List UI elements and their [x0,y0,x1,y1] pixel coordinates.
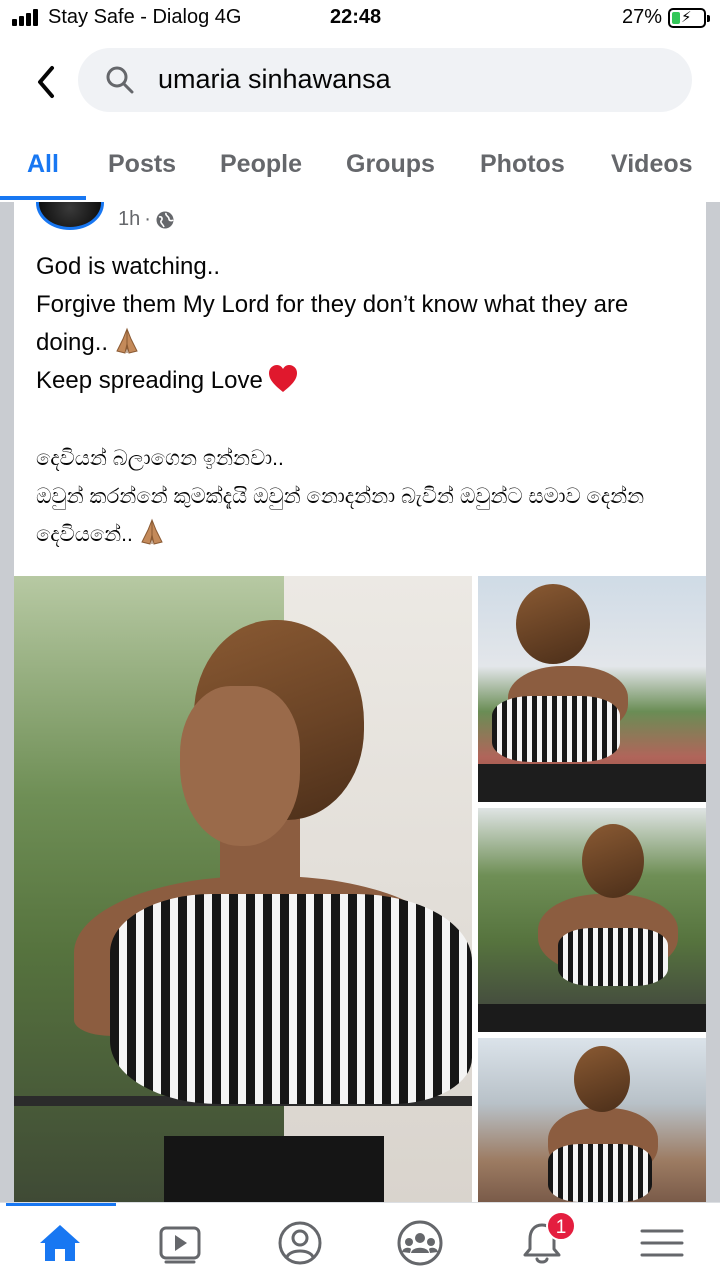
photo-4[interactable] [478,1038,706,1202]
carrier-label: Stay Safe - Dialog 4G [48,6,242,28]
groups-icon [397,1220,443,1266]
search-results-feed[interactable]: 1h · God is watching.. Forgive them My L… [0,202,720,1202]
search-query: umaria sinhawansa [158,64,391,94]
profile-icon [278,1221,322,1265]
active-tab-indicator [0,196,86,200]
nav-home[interactable] [36,1219,84,1267]
globe-icon [156,211,174,228]
red-heart-icon [268,365,297,392]
post-line: Forgive them My Lord for they don’t know… [36,286,696,362]
nav-watch[interactable] [156,1219,204,1267]
photo-striped-top [548,1144,652,1202]
post-line-text: ඔවුන් කරන්නේ කුමක්දැයි ඔවුන් නොදන්නා බැව… [36,485,645,546]
photo-striped-top [492,696,620,762]
photo-figure [516,584,590,664]
photo-figure [574,1046,630,1112]
post-line: God is watching.. [36,253,221,280]
search-input[interactable]: umaria sinhawansa [78,48,692,112]
photo-2[interactable] [478,576,706,802]
post-line: දෙවියන් බලාගෙන ඉන්නවා.. [36,447,284,470]
back-icon [38,66,54,98]
active-nav-indicator [6,1203,116,1206]
photo-striped-top [110,894,472,1104]
battery-percent: 27% [622,6,663,28]
folded-hands-icon [141,518,163,545]
photo-figure [180,686,300,846]
menu-icon [640,1229,684,1257]
post-text-sinhala: දෙවියන් බලාගෙන ඉන්නවා.. ඔවුන් කරන්නේ කුම… [36,440,696,554]
tab-posts[interactable]: Posts [108,150,176,179]
watch-icon [159,1226,201,1264]
search-tabs: All Posts People Groups Photos Videos [0,140,720,202]
battery-level [672,12,681,24]
photo-striped-top [558,928,668,986]
home-icon [40,1225,80,1261]
photo-figure [582,824,644,898]
clock: 22:48 [330,6,382,28]
post-text-english: God is watching.. Forgive them My Lord f… [36,248,696,400]
main-photo[interactable] [14,576,472,1202]
tab-all[interactable]: All [27,150,59,179]
tab-people[interactable]: People [220,150,302,179]
photo-figure [164,1136,384,1202]
charging-bolt-icon: ⚡ [681,9,692,26]
back-button[interactable] [30,62,64,102]
bottom-navigation: 1 [0,1202,720,1280]
tab-photos[interactable]: Photos [480,150,565,179]
nav-profile[interactable] [276,1219,324,1267]
post-time[interactable]: 1h [118,208,140,231]
meta-separator: · [144,208,151,230]
search-header: umaria sinhawansa [0,44,720,120]
tab-groups[interactable]: Groups [346,150,435,179]
signal-icon [12,8,42,26]
nav-menu[interactable] [638,1219,686,1267]
post-card: 1h · God is watching.. Forgive them My L… [14,202,706,1202]
photo-railing [478,1004,706,1032]
notification-badge: 1 [546,1211,576,1241]
battery-charging-icon: ⚡ [668,8,710,28]
search-icon [106,66,134,94]
post-line: Keep spreading Love [36,362,696,400]
post-line: ඔවුන් කරන්නේ කුමක්දැයි ඔවුන් නොදන්නා බැව… [36,478,696,554]
status-bar: Stay Safe - Dialog 4G 22:48 27% ⚡ [0,0,720,38]
photo-3[interactable] [478,808,706,1032]
post-line-text: Keep spreading Love [36,367,263,394]
nav-groups[interactable] [396,1219,444,1267]
photo-railing [478,764,706,802]
tab-videos[interactable]: Videos [611,150,693,179]
folded-hands-icon [116,327,138,354]
post-meta: 1h · [118,208,175,231]
avatar[interactable] [36,202,104,230]
nav-notifications[interactable]: 1 [518,1211,576,1267]
